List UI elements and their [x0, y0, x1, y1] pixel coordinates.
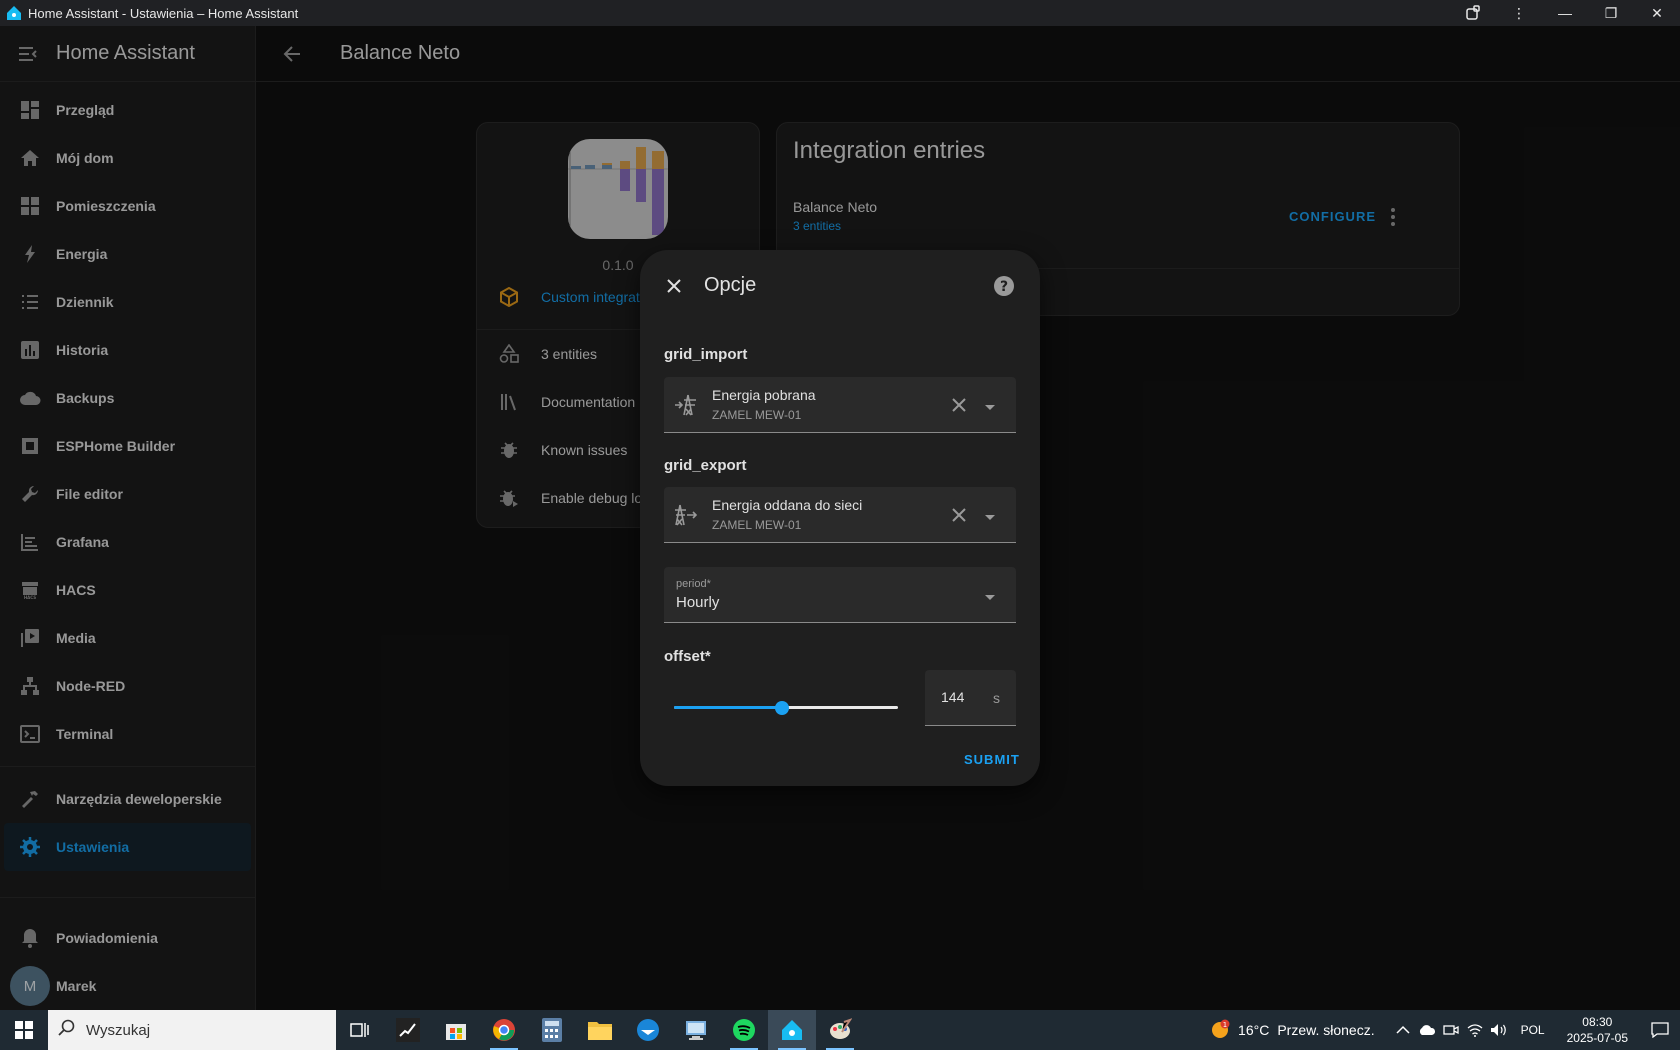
close-window-button[interactable]: ✕ — [1634, 0, 1680, 26]
home-assistant-logo-icon — [7, 6, 21, 20]
grid-export-device-name: ZAMEL MEW-01 — [712, 518, 802, 532]
offset-unit: s — [993, 690, 1000, 706]
dropdown-arrow-icon[interactable] — [984, 509, 996, 527]
offset-slider[interactable] — [674, 698, 898, 718]
search-icon — [58, 1019, 76, 1041]
grid-import-device-name: ZAMEL MEW-01 — [712, 408, 802, 422]
weather-description: Przew. słonecz. — [1277, 1022, 1375, 1038]
volume-icon[interactable] — [1487, 1023, 1511, 1037]
home-assistant-app-icon[interactable] — [768, 1010, 816, 1050]
chrome-icon[interactable] — [480, 1010, 528, 1050]
windows-start-icon[interactable] — [0, 1010, 48, 1050]
weather-temperature: 16°C — [1238, 1022, 1270, 1038]
clear-icon[interactable] — [950, 396, 968, 419]
restore-button[interactable]: ❐ — [1588, 0, 1634, 26]
window-title: Home Assistant - Ustawienia – Home Assis… — [28, 5, 299, 21]
app-stepper-icon[interactable] — [384, 1010, 432, 1050]
taskbar-search[interactable]: Wyszukaj — [48, 1010, 336, 1050]
offset-value: 144 — [941, 689, 965, 705]
dialog-title: Opcje — [704, 274, 757, 296]
system-tray: 1 16°C Przew. słonecz. POL 08:30 2025-07… — [1208, 1010, 1680, 1050]
clear-icon[interactable] — [950, 506, 968, 529]
help-icon[interactable]: ? — [992, 274, 1016, 303]
offset-number-field[interactable]: 144 s — [925, 670, 1016, 726]
transmission-tower-export-icon — [674, 503, 698, 532]
onedrive-cloud-icon[interactable] — [1415, 1024, 1439, 1036]
minimize-button[interactable]: — — [1542, 0, 1588, 26]
period-select[interactable]: period* Hourly — [664, 567, 1016, 623]
period-value: Hourly — [676, 594, 720, 611]
clock-date: 2025-07-05 — [1566, 1031, 1628, 1045]
grid-export-label: grid_export — [664, 457, 747, 474]
clock-time: 08:30 — [1582, 1015, 1613, 1029]
input-language[interactable]: POL — [1521, 1023, 1545, 1037]
close-icon[interactable] — [662, 274, 686, 303]
grid-import-entity-picker[interactable]: Energia pobrana ZAMEL MEW-01 — [664, 377, 1016, 433]
task-view-icon[interactable] — [336, 1010, 384, 1050]
paint-app-icon[interactable] — [816, 1010, 864, 1050]
notification-center-icon[interactable] — [1640, 1022, 1680, 1038]
weather-badge: 1 — [1223, 1021, 1227, 1029]
grid-export-entity-picker[interactable]: Energia oddana do sieci ZAMEL MEW-01 — [664, 487, 1016, 543]
store-icon[interactable] — [432, 1010, 480, 1050]
spotify-icon[interactable] — [720, 1010, 768, 1050]
weather-sun-icon[interactable]: 1 — [1208, 1019, 1232, 1041]
more-vert-icon[interactable]: ⋮ — [1496, 0, 1542, 26]
svg-text:?: ? — [1000, 279, 1008, 295]
period-label: period* — [676, 578, 711, 590]
remote-desktop-icon[interactable] — [672, 1010, 720, 1050]
window-titlebar: Home Assistant - Ustawienia – Home Assis… — [0, 0, 1680, 26]
screen: Home Assistant - Ustawienia – Home Assis… — [0, 0, 1680, 1050]
grid-import-entity-name: Energia pobrana — [712, 387, 816, 403]
slider-fill — [674, 706, 782, 709]
slider-thumb[interactable] — [774, 701, 789, 715]
chevron-up-icon[interactable] — [1391, 1025, 1415, 1035]
file-explorer-icon[interactable] — [576, 1010, 624, 1050]
extensions-icon[interactable] — [1450, 0, 1496, 26]
grid-export-entity-name: Energia oddana do sieci — [712, 497, 863, 513]
thunderbird-icon[interactable] — [624, 1010, 672, 1050]
wifi-icon[interactable] — [1463, 1023, 1487, 1037]
calculator-icon[interactable] — [528, 1010, 576, 1050]
submit-button[interactable]: SUBMIT — [964, 752, 1020, 767]
search-placeholder: Wyszukaj — [86, 1021, 151, 1039]
dropdown-arrow-icon[interactable] — [984, 589, 996, 607]
grid-import-label: grid_import — [664, 346, 748, 363]
transmission-tower-import-icon — [674, 393, 698, 422]
options-dialog: Opcje ? grid_import Energia pobrana ZAME… — [640, 250, 1040, 786]
meet-now-icon[interactable] — [1439, 1022, 1463, 1038]
offset-label: offset* — [664, 648, 711, 665]
dropdown-arrow-icon[interactable] — [984, 399, 996, 417]
taskbar: Wyszukaj 1 16°C Przew. słonecz. POL 08:3… — [0, 1010, 1680, 1050]
clock[interactable]: 08:30 2025-07-05 — [1567, 1014, 1628, 1046]
